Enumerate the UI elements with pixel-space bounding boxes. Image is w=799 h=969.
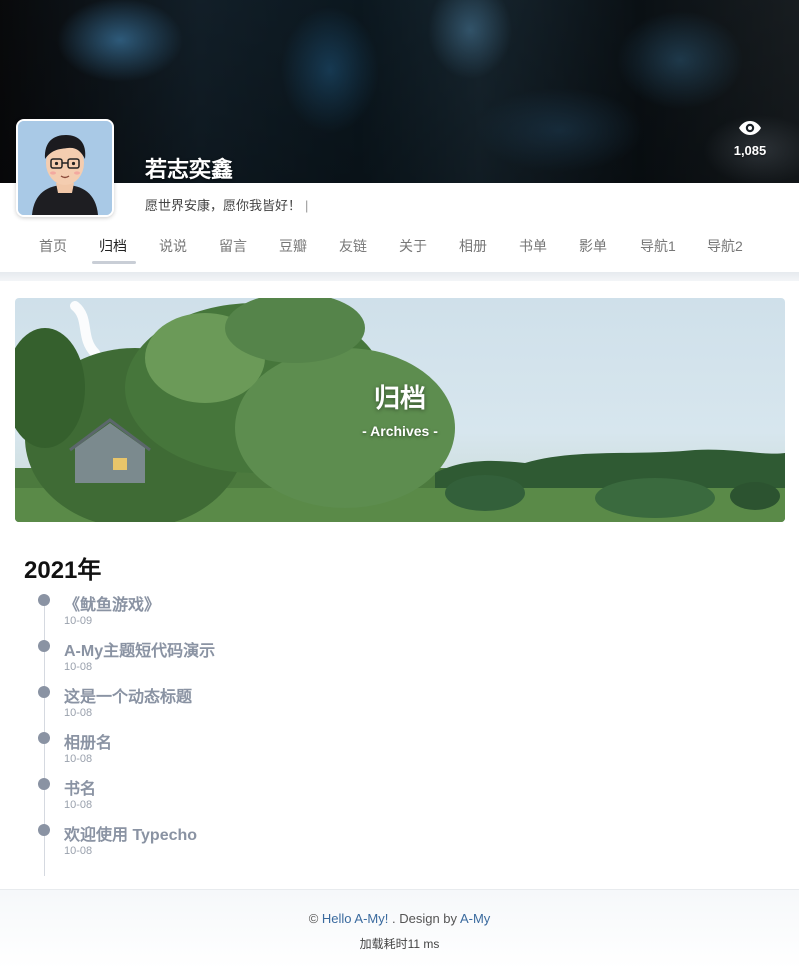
- archive-entry-date: 10-08: [64, 707, 93, 719]
- timeline-dot: [38, 640, 50, 652]
- eye-icon: [739, 121, 761, 135]
- archive-entry-title[interactable]: 这是一个动态标题: [64, 683, 192, 707]
- nav-item-nav2[interactable]: 导航2: [707, 236, 743, 256]
- avatar-illustration: [18, 121, 112, 215]
- banner-title: 归档: [373, 383, 426, 413]
- timeline-dot: [38, 594, 50, 606]
- archive-entry: 相册名 10-08: [0, 729, 400, 775]
- timeline-dot: [38, 686, 50, 698]
- nav-active-indicator: [92, 261, 136, 264]
- archive-entry: A-My主题短代码演示 10-08: [0, 637, 400, 683]
- nav-item-movielist[interactable]: 影单: [579, 236, 607, 256]
- site-motto: 愿世界安康，愿你我皆好！ |: [145, 195, 308, 214]
- nav-item-links[interactable]: 友链: [339, 236, 367, 256]
- archive-entry-title[interactable]: A-My主题短代码演示: [64, 637, 215, 661]
- site-home-link[interactable]: Hello A-My!: [322, 911, 388, 926]
- header-cover-image: [0, 0, 799, 183]
- main-nav: 首页 归档 说说 留言 豆瓣 友链 关于 相册 书单 影单 导航1 导航2: [0, 226, 799, 266]
- site-name[interactable]: 若志奕鑫: [145, 152, 233, 184]
- nav-divider: [0, 272, 799, 281]
- timeline-dot: [38, 732, 50, 744]
- view-count: 1,085: [733, 143, 767, 158]
- archive-year-heading: 2021年: [24, 557, 102, 584]
- view-counter: 1,085: [728, 120, 772, 160]
- archive-entry-date: 10-08: [64, 799, 93, 811]
- timeline-dot: [38, 778, 50, 790]
- footer: [0, 890, 799, 969]
- archive-entry: 欢迎使用 Typecho 10-08: [0, 821, 400, 867]
- archive-entry: 书名 10-08: [0, 775, 400, 821]
- archive-entry-title[interactable]: 《鱿鱼游戏》: [64, 591, 160, 615]
- archive-banner: 归档 - Archives -: [15, 298, 785, 522]
- archive-entry-date: 10-08: [64, 661, 93, 673]
- nav-item-moments[interactable]: 说说: [159, 236, 187, 256]
- nav-item-booklist[interactable]: 书单: [519, 236, 547, 256]
- archive-entry-title[interactable]: 相册名: [64, 729, 112, 753]
- nav-item-album[interactable]: 相册: [459, 236, 487, 256]
- archive-entry-title[interactable]: 欢迎使用 Typecho: [64, 821, 197, 845]
- nav-item-about[interactable]: 关于: [399, 236, 427, 256]
- copyright-symbol: ©: [308, 911, 319, 926]
- avatar[interactable]: [16, 119, 114, 217]
- nav-item-archives[interactable]: 归档: [99, 236, 127, 256]
- archive-entry-title[interactable]: 书名: [64, 775, 96, 799]
- nav-item-guestbook[interactable]: 留言: [219, 236, 247, 256]
- banner-subtitle: - Archives -: [362, 423, 438, 439]
- cover-shade: [0, 0, 799, 183]
- archive-entry-date: 10-09: [64, 615, 93, 627]
- typing-caret: |: [305, 198, 309, 213]
- archive-entry: 《鱿鱼游戏》 10-09: [0, 591, 400, 637]
- archive-entry-date: 10-08: [64, 845, 93, 857]
- nav-item-nav1[interactable]: 导航1: [640, 236, 676, 256]
- motto-text: 愿世界安康，愿你我皆好！: [145, 198, 302, 213]
- nav-item-douban[interactable]: 豆瓣: [279, 236, 307, 256]
- timeline-dot: [38, 824, 50, 836]
- archive-entry-date: 10-08: [64, 753, 93, 765]
- nav-item-home[interactable]: 首页: [39, 236, 67, 256]
- footer-credits: © Hello A-My! . Design by A-My: [0, 911, 799, 926]
- theme-author-link[interactable]: A-My: [460, 911, 490, 926]
- design-by-text: . Design by: [392, 911, 458, 926]
- load-time: 加载耗时11 ms: [359, 937, 440, 951]
- archive-entry: 这是一个动态标题 10-08: [0, 683, 400, 729]
